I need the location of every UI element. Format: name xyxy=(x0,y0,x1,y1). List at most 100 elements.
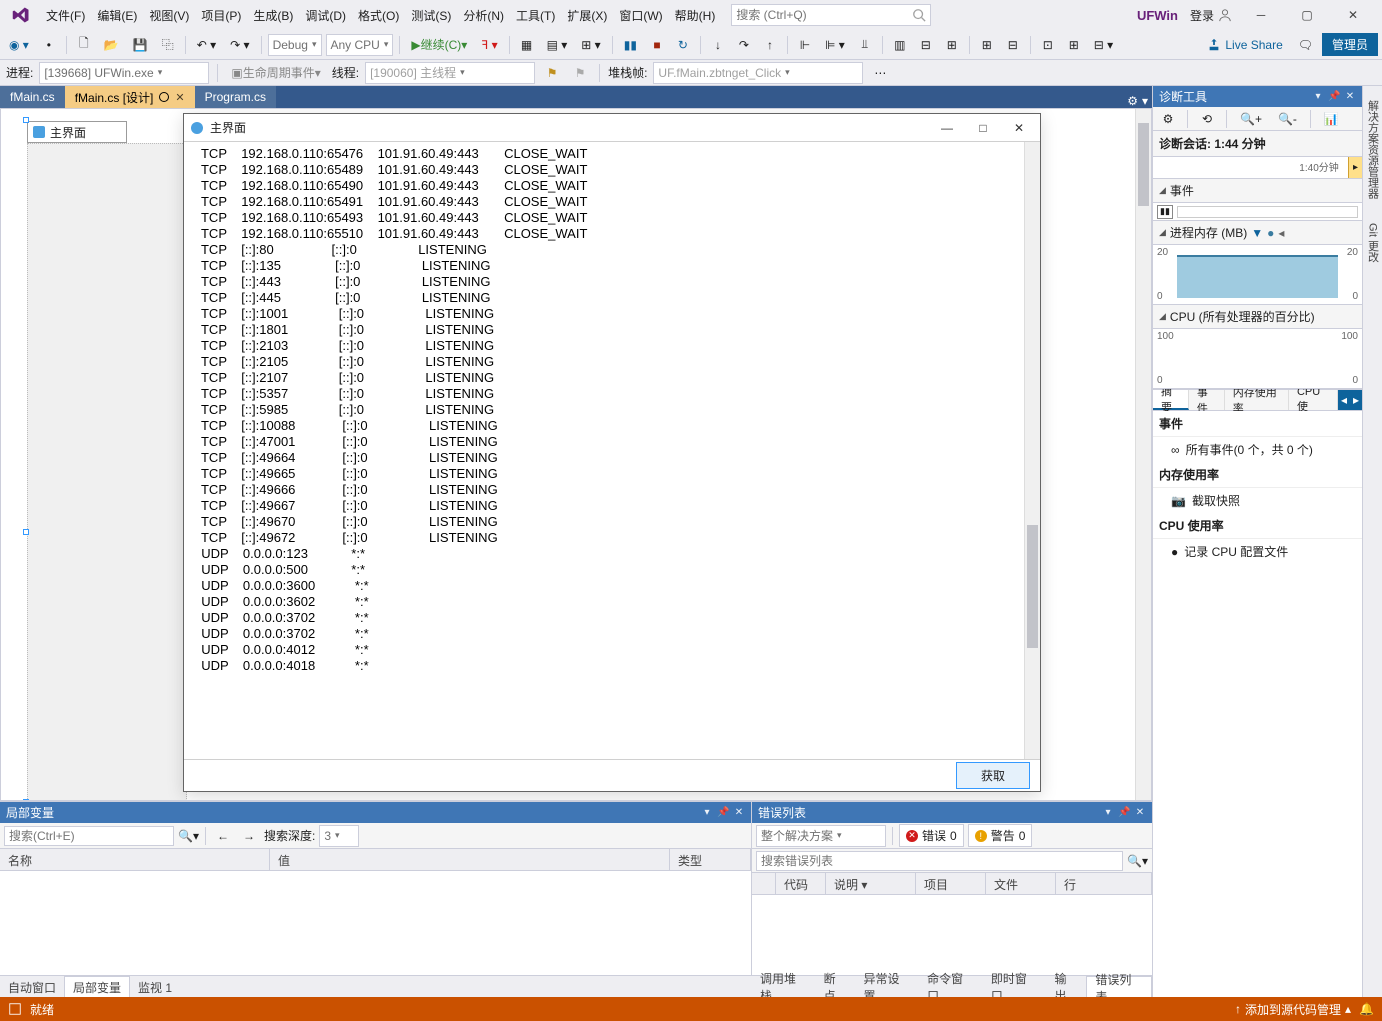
layout-6[interactable]: ⊡ xyxy=(1037,34,1059,56)
designed-form-titlebar[interactable]: 主界面 xyxy=(27,121,127,143)
search-icon[interactable]: 🔍▾ xyxy=(178,829,199,843)
continue-button[interactable]: ▶ 继续(C) ▾ xyxy=(406,34,472,56)
layout-8[interactable]: ⊟ ▾ xyxy=(1089,34,1118,56)
errorlist-header[interactable]: 错误列表▾📌✕ xyxy=(752,802,1152,823)
pause-button[interactable]: ▮▮ xyxy=(619,34,642,56)
menu-e[interactable]: 编辑(E) xyxy=(91,5,143,27)
menu-d[interactable]: 调试(D) xyxy=(299,5,352,27)
thread-combo[interactable]: [190060] 主线程▾ xyxy=(365,62,535,84)
col-type[interactable]: 类型 xyxy=(670,849,751,870)
min-button[interactable]: — xyxy=(932,121,962,135)
quick-search[interactable] xyxy=(731,4,931,26)
lifecycle-button[interactable]: ▣ 生命周期事件 ▾ xyxy=(226,62,325,84)
bottom-tab[interactable]: 命令窗口 xyxy=(919,976,983,998)
bottom-tab[interactable]: 调用堆栈 xyxy=(752,976,816,998)
netstat-output[interactable]: TCP 192.168.0.110:65476 101.91.60.49:443… xyxy=(184,142,1040,759)
redo-button[interactable]: ↷ ▾ xyxy=(225,34,254,56)
close-tab-icon[interactable]: ✕ xyxy=(175,91,184,104)
stop-button[interactable]: ■ xyxy=(646,34,668,56)
bottom-tab[interactable]: 即时窗口 xyxy=(983,976,1047,998)
tb-btn-3[interactable]: ⊞ ▾ xyxy=(576,34,605,56)
process-combo[interactable]: [139668] UFWin.exe▾ xyxy=(39,62,209,84)
editor-tab[interactable]: Program.cs xyxy=(195,86,276,108)
pin-icon[interactable]: 📌 xyxy=(1118,807,1130,818)
ruler-overflow-icon[interactable]: ▸ xyxy=(1348,157,1362,178)
nav-back-button[interactable]: ◉ ▾ xyxy=(4,34,34,56)
config-combo[interactable]: Debug▾ xyxy=(268,34,322,56)
diag-tab-summary[interactable]: 摘要 xyxy=(1153,390,1189,410)
zoom-reset-icon[interactable]: ⟲ xyxy=(1196,108,1218,130)
align-2[interactable]: ⊫ ▾ xyxy=(820,34,850,56)
tb-btn-1[interactable]: ▦ xyxy=(516,34,538,56)
col-project[interactable]: 项目 xyxy=(916,873,986,894)
warnings-filter[interactable]: !警告 0 xyxy=(968,824,1033,847)
bottom-tab[interactable]: 错误列表 xyxy=(1086,976,1152,998)
menu-o[interactable]: 格式(O) xyxy=(352,5,405,27)
align-3[interactable]: ⫫ xyxy=(854,34,876,56)
scope-combo[interactable]: 整个解决方案▾ xyxy=(756,825,886,847)
tab-overflow-icon[interactable]: ▾ xyxy=(1142,94,1148,108)
menu-n[interactable]: 分析(N) xyxy=(457,5,510,27)
git-changes-tab[interactable]: Git 更改 xyxy=(1363,215,1382,270)
undo-button[interactable]: ↶ ▾ xyxy=(192,34,221,56)
pause-icon[interactable]: ▮▮ xyxy=(1157,205,1173,219)
step-into-button[interactable]: ↓ xyxy=(707,34,729,56)
layout-5[interactable]: ⊟ xyxy=(1002,34,1024,56)
locals-grid-body[interactable] xyxy=(0,871,751,975)
solution-explorer-tab[interactable]: 解决方案资源管理器 xyxy=(1363,92,1382,207)
errorlist-search-input[interactable] xyxy=(756,851,1123,871)
designer-scrollbar[interactable] xyxy=(1135,109,1151,800)
runtime-window-titlebar[interactable]: 主界面 — □ ✕ xyxy=(184,114,1040,142)
layout-3[interactable]: ⊞ xyxy=(941,34,963,56)
step-out-button[interactable]: ↑ xyxy=(759,34,781,56)
scm-button[interactable]: ↑ 添加到源代码管理 ▴ xyxy=(1235,1001,1351,1018)
dbg-extra[interactable]: ⋯ xyxy=(869,62,891,84)
settings-icon[interactable]: ⚙ xyxy=(1157,108,1179,130)
menu-b[interactable]: 生成(B) xyxy=(247,5,299,27)
stackframe-combo[interactable]: UF.fMain.zbtnget_Click▾ xyxy=(653,62,863,84)
menu-x[interactable]: 扩展(X) xyxy=(561,5,613,27)
layout-1[interactable]: ▥ xyxy=(889,34,911,56)
diag-tab-cpu[interactable]: CPU 使 xyxy=(1289,390,1338,410)
bottom-tab[interactable]: 异常设置 xyxy=(855,976,919,998)
pin-icon[interactable]: 📌 xyxy=(717,807,729,818)
diag-tab-memory[interactable]: 内存使用率 xyxy=(1225,390,1289,410)
all-events-item[interactable]: ∞所有事件(0 个，共 0 个) xyxy=(1153,437,1362,462)
bottom-tab[interactable]: 断点 xyxy=(816,976,856,998)
search-icon[interactable]: 🔍▾ xyxy=(1127,854,1148,868)
bottom-tab[interactable]: 监视 1 xyxy=(130,976,180,998)
feedback-button[interactable]: 🗨 xyxy=(1293,34,1318,56)
tab-nav-left[interactable]: ◂ xyxy=(1338,390,1350,410)
menu-w[interactable]: 窗口(W) xyxy=(613,5,668,27)
col-value[interactable]: 值 xyxy=(270,849,670,870)
memory-chart[interactable]: 2020 00 xyxy=(1153,245,1362,305)
cpu-section[interactable]: ◢CPU (所有处理器的百分比) xyxy=(1153,305,1362,329)
cpu-chart[interactable]: 100100 00 xyxy=(1153,329,1362,389)
record-cpu-item[interactable]: ●记录 CPU 配置文件 xyxy=(1153,539,1362,564)
col-file[interactable]: 文件 xyxy=(986,873,1056,894)
size-handle[interactable] xyxy=(23,799,29,800)
notifications-icon[interactable]: 🔔 xyxy=(1359,1002,1374,1016)
pin-icon[interactable] xyxy=(159,92,169,102)
max-button[interactable]: □ xyxy=(968,121,998,135)
menu-s[interactable]: 测试(S) xyxy=(405,5,457,27)
locals-search-input[interactable] xyxy=(4,826,174,846)
scrollbar[interactable] xyxy=(1024,142,1040,759)
col-icon[interactable] xyxy=(752,873,776,894)
depth-combo[interactable]: 3▾ xyxy=(319,825,359,847)
designed-form-body[interactable] xyxy=(27,143,187,800)
snapshot-item[interactable]: 📷截取快照 xyxy=(1153,488,1362,513)
new-project-button[interactable]: 🗋 xyxy=(73,34,95,56)
errors-filter[interactable]: ✕错误 0 xyxy=(899,824,964,847)
layout-4[interactable]: ⊞ xyxy=(976,34,998,56)
dropdown-icon[interactable]: ▾ xyxy=(701,807,713,818)
chart-icon[interactable]: 📊 xyxy=(1319,108,1344,130)
col-code[interactable]: 代码 xyxy=(776,873,826,894)
liveshare-button[interactable]: Live Share xyxy=(1201,38,1288,52)
step-over-button[interactable]: ↷ xyxy=(733,34,755,56)
menu-v[interactable]: 视图(V) xyxy=(143,5,195,27)
layout-2[interactable]: ⊟ xyxy=(915,34,937,56)
close-button[interactable]: ✕ xyxy=(1004,121,1034,135)
memory-section[interactable]: ◢进程内存 (MB) ▼ ● ◂ xyxy=(1153,221,1362,245)
close-icon[interactable]: ✕ xyxy=(733,807,745,818)
